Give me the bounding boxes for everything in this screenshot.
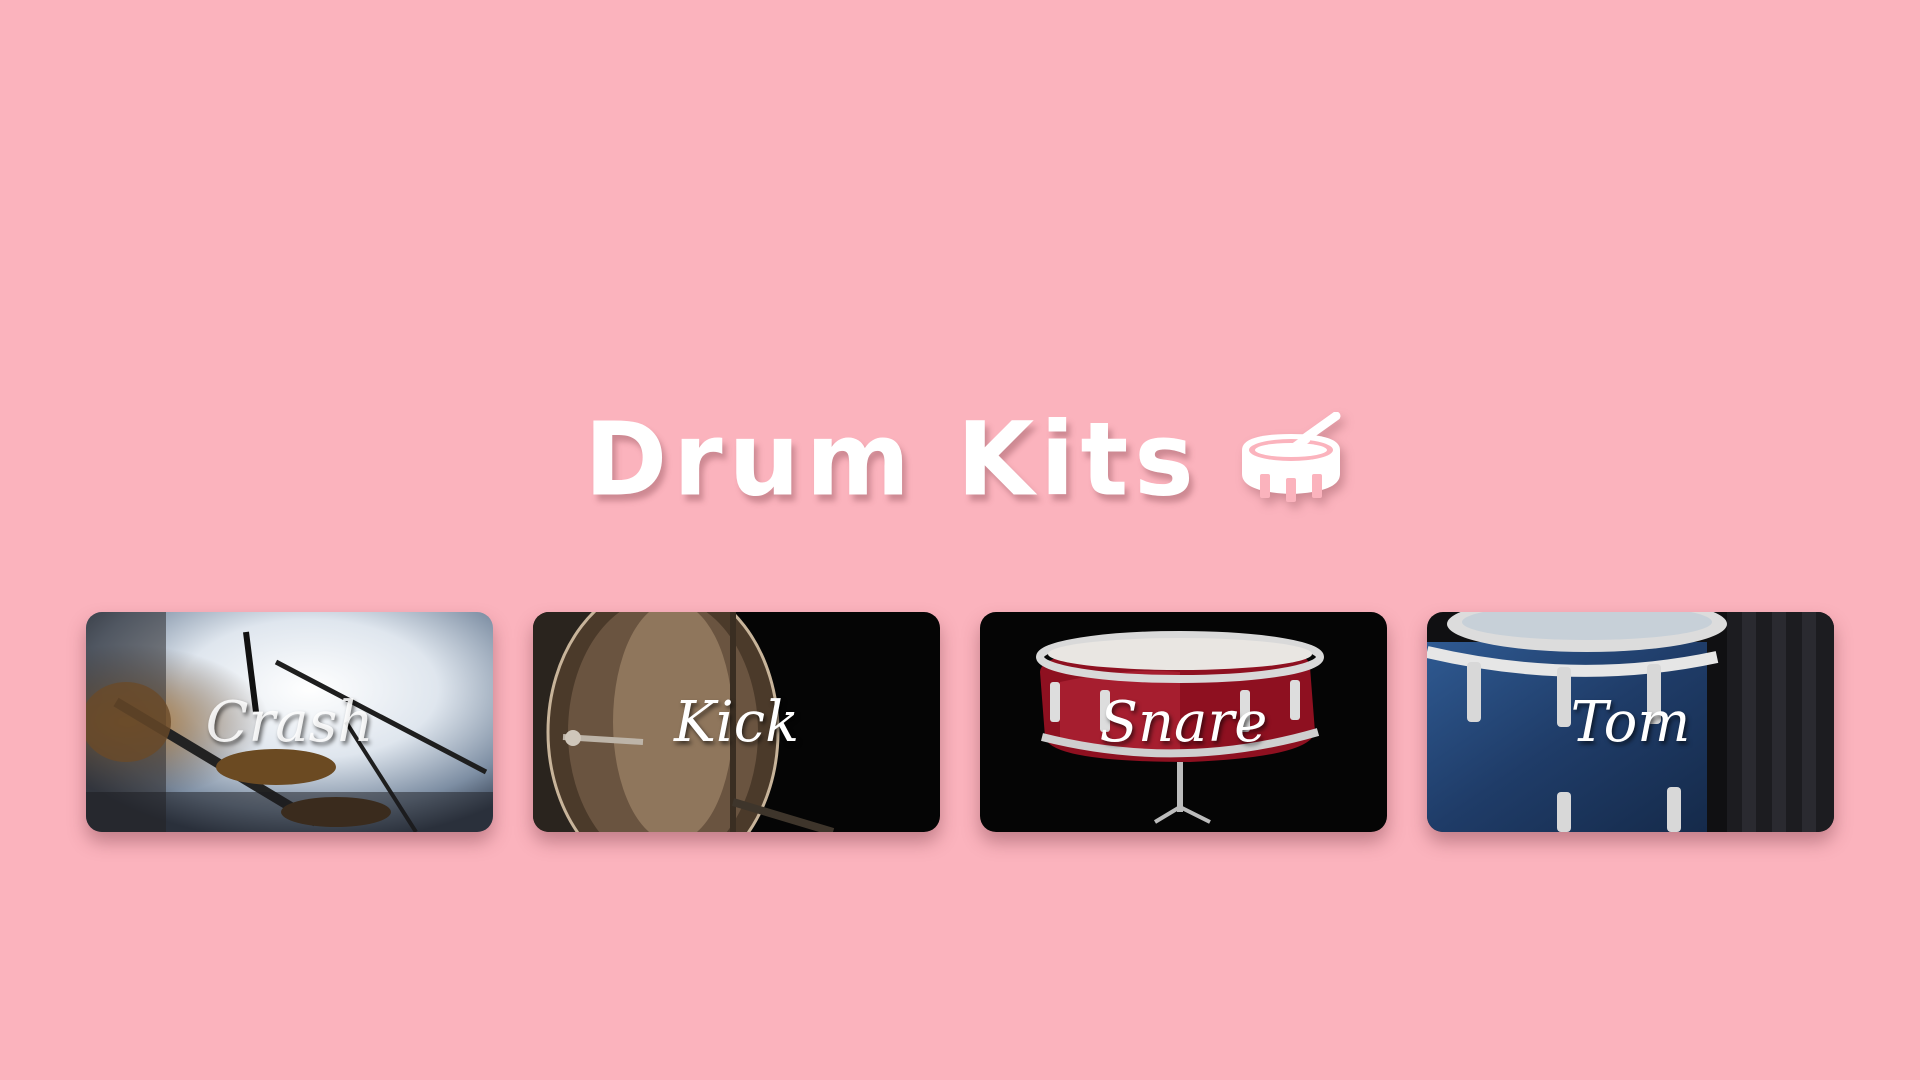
page-header: Drum Kits — [0, 400, 1920, 520]
drum-card-list: Crash Kick Snare Tom — [86, 612, 1834, 832]
drum-kits-page: Drum Kits Crash Kick Snare Tom — [0, 0, 1920, 1080]
drum-icon — [1241, 412, 1341, 502]
crash-label: Crash — [205, 689, 374, 755]
crash-card[interactable]: Crash — [86, 612, 493, 832]
kick-label: Kick — [673, 689, 800, 755]
page-title: Drum Kits — [584, 399, 1200, 520]
tom-label: Tom — [1570, 689, 1691, 755]
snare-label: Snare — [1099, 689, 1268, 755]
snare-card[interactable]: Snare — [980, 612, 1387, 832]
tom-card[interactable]: Tom — [1427, 612, 1834, 832]
kick-card[interactable]: Kick — [533, 612, 940, 832]
